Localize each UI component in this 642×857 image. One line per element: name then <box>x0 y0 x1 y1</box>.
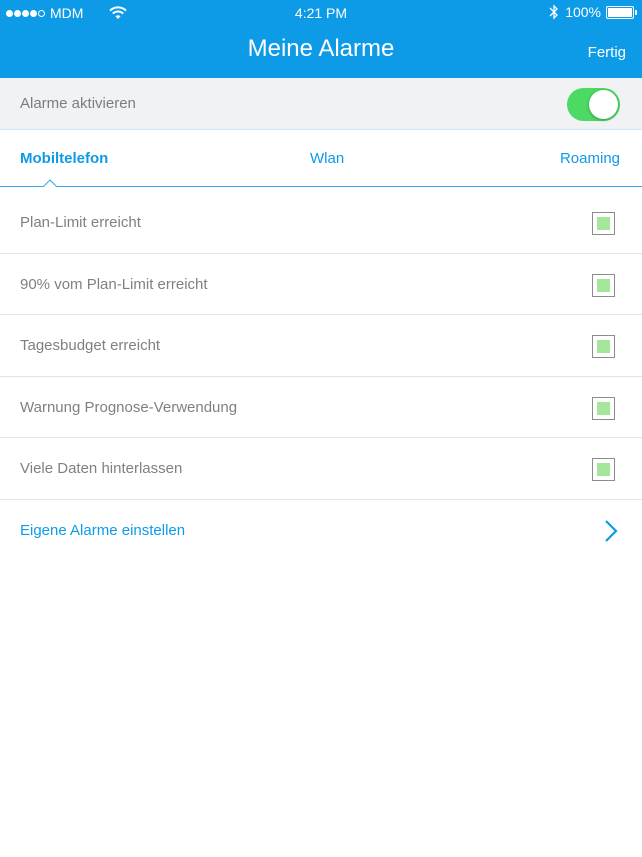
done-button[interactable]: Fertig <box>588 44 626 61</box>
status-bar: MDM 4:21 PM 100% <box>0 0 642 26</box>
battery-icon <box>606 5 637 19</box>
toggle-knob <box>589 90 618 119</box>
alarm-label: Warnung Prognose-Verwendung <box>20 398 238 416</box>
custom-alarms-row[interactable]: Eigene Alarme einstellen <box>0 500 642 561</box>
alarm-row-90-percent[interactable]: 90% vom Plan-Limit erreicht <box>0 254 642 315</box>
tab-mobiltelefon[interactable]: Mobiltelefon <box>20 150 108 167</box>
activate-alarms-toggle[interactable] <box>567 88 620 121</box>
alarm-checkbox[interactable] <box>592 212 615 235</box>
alarm-checkbox[interactable] <box>592 273 615 297</box>
tab-bar: Mobiltelefon Wlan Roaming <box>0 131 642 187</box>
alarm-row-much-data[interactable]: Viele Daten hinterlassen <box>0 438 642 500</box>
battery-percent: 100% <box>565 4 601 20</box>
tab-roaming[interactable]: Roaming <box>560 150 620 167</box>
status-time: 4:21 PM <box>294 5 348 21</box>
checkbox-checked-icon <box>597 340 610 353</box>
alarm-row-forecast-warning[interactable]: Warnung Prognose-Verwendung <box>0 377 642 438</box>
alarm-label: Plan-Limit erreicht <box>20 214 141 231</box>
bluetooth-icon <box>549 4 559 20</box>
tab-wlan[interactable]: Wlan <box>310 150 344 167</box>
alarm-checkbox[interactable] <box>592 335 615 358</box>
checkbox-checked-icon <box>597 278 610 292</box>
page-title: Meine Alarme <box>247 35 395 62</box>
status-right: 100% <box>549 4 637 20</box>
alarm-label: 90% vom Plan-Limit erreicht <box>20 275 208 293</box>
alarm-label: Viele Daten hinterlassen <box>20 460 183 477</box>
nav-bar: Meine Alarme Fertig <box>0 26 642 78</box>
checkbox-checked-icon <box>597 217 610 230</box>
checkbox-checked-icon <box>597 463 610 476</box>
alarm-checkbox[interactable] <box>592 458 615 481</box>
checkbox-checked-icon <box>597 401 610 415</box>
activate-alarms-label: Alarme aktivieren <box>20 95 136 112</box>
alarm-label: Tagesbudget erreicht <box>20 337 161 354</box>
alarm-list: Plan-Limit erreicht 90% vom Plan-Limit e… <box>0 192 642 561</box>
alarm-row-daily-budget[interactable]: Tagesbudget erreicht <box>0 315 642 377</box>
alarm-row-plan-limit[interactable]: Plan-Limit erreicht <box>0 192 642 254</box>
custom-alarms-label: Eigene Alarme einstellen <box>20 521 186 539</box>
active-tab-indicator-icon <box>43 179 57 187</box>
alarm-checkbox[interactable] <box>592 396 615 420</box>
activate-alarms-row: Alarme aktivieren <box>0 78 642 130</box>
chevron-right-icon <box>605 519 618 542</box>
